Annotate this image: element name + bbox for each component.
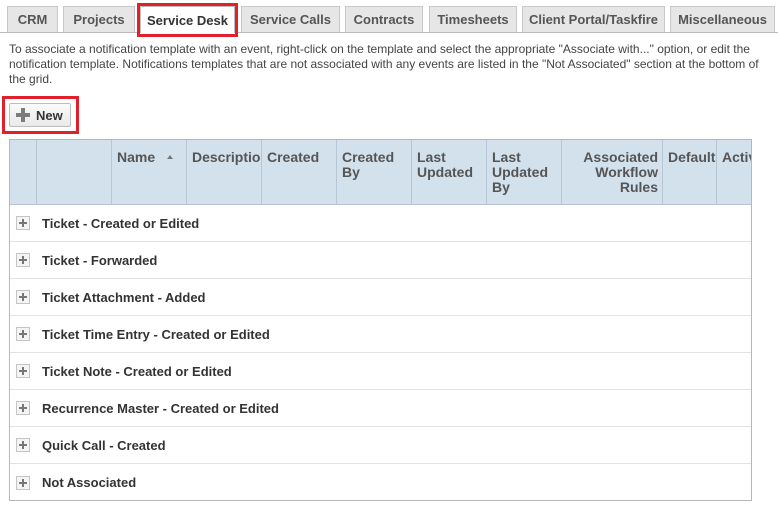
grid-header: Name Description Created Created By Last… — [10, 140, 751, 205]
group-row[interactable]: Ticket - Forwarded — [10, 242, 751, 279]
tab-projects[interactable]: Projects — [63, 6, 135, 32]
expand-icon[interactable] — [16, 290, 30, 304]
group-label: Ticket - Created or Edited — [42, 215, 200, 231]
group-row[interactable]: Ticket - Created or Edited — [10, 205, 751, 242]
group-label: Ticket Attachment - Added — [42, 289, 206, 305]
column-header-name[interactable]: Name — [112, 140, 187, 204]
column-header-description[interactable]: Description — [187, 140, 262, 204]
tab-contracts[interactable]: Contracts — [345, 6, 423, 32]
group-row[interactable]: Quick Call - Created — [10, 427, 751, 464]
expand-icon[interactable] — [16, 327, 30, 341]
tab-miscellaneous[interactable]: Miscellaneous — [670, 6, 775, 32]
column-header-associated-workflow-rules[interactable]: Associated Workflow Rules — [562, 140, 663, 204]
sort-ascending-icon — [167, 155, 174, 159]
column-header-default[interactable]: Default — [663, 140, 717, 204]
column-header-active[interactable]: Active — [717, 140, 751, 204]
expand-icon[interactable] — [16, 216, 30, 230]
group-label: Recurrence Master - Created or Edited — [42, 400, 279, 416]
column-header-checkbox — [10, 140, 37, 204]
group-row[interactable]: Recurrence Master - Created or Edited — [10, 390, 751, 427]
expand-icon[interactable] — [16, 475, 30, 490]
tab-bar: CRM Projects Service Desk Service Calls … — [0, 0, 778, 33]
group-label: Ticket Note - Created or Edited — [42, 363, 232, 379]
expand-icon[interactable] — [16, 364, 30, 378]
column-header-last-updated-by[interactable]: Last Updated By — [487, 140, 562, 204]
tab-timesheets[interactable]: Timesheets — [429, 6, 517, 32]
group-row[interactable]: Not Associated — [10, 464, 751, 501]
tab-crm[interactable]: CRM — [7, 6, 58, 32]
column-header-last-updated[interactable]: Last Updated — [412, 140, 487, 204]
group-label: Quick Call - Created — [42, 437, 166, 453]
tab-service-calls[interactable]: Service Calls — [241, 6, 340, 32]
group-row[interactable]: Ticket Attachment - Added — [10, 279, 751, 316]
column-header-icon — [37, 140, 112, 204]
column-header-created-by[interactable]: Created By — [337, 140, 412, 204]
group-row[interactable]: Ticket Note - Created or Edited — [10, 353, 751, 390]
new-button-label: New — [36, 107, 63, 123]
expand-icon[interactable] — [16, 253, 30, 267]
tab-client-portal-taskfire[interactable]: Client Portal/Taskfire — [522, 6, 665, 32]
group-row[interactable]: Ticket Time Entry - Created or Edited — [10, 316, 751, 353]
expand-icon[interactable] — [16, 401, 30, 415]
instructions-text: To associate a notification template wit… — [9, 42, 759, 86]
column-header-created[interactable]: Created — [262, 140, 337, 204]
notification-templates-grid: Name Description Created Created By Last… — [9, 139, 752, 501]
expand-icon[interactable] — [16, 438, 30, 452]
group-label: Not Associated — [42, 475, 137, 490]
tab-service-desk[interactable]: Service Desk — [140, 6, 235, 33]
group-label: Ticket - Forwarded — [42, 252, 158, 268]
column-header-name-label: Name — [117, 149, 156, 165]
plus-icon — [16, 108, 30, 122]
group-label: Ticket Time Entry - Created or Edited — [42, 326, 270, 342]
new-button[interactable]: New — [9, 103, 71, 127]
